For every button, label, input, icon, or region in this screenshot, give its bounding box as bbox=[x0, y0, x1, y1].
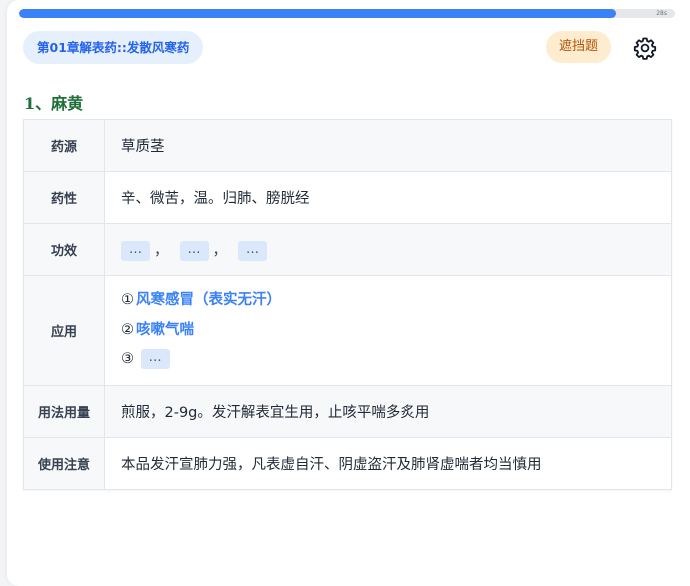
table-row-usage: 应用 ① 风寒感冒（表实无汗） ② 咳嗽气喘 ③ … bbox=[23, 275, 672, 386]
gear-icon bbox=[633, 37, 657, 60]
mask-question-button[interactable]: 遮挡题 bbox=[546, 31, 611, 63]
table-row-source: 药源 草质茎 bbox=[23, 119, 672, 172]
herb-title: 1、麻黄 bbox=[24, 94, 84, 113]
usage-item: ③ … bbox=[121, 345, 655, 375]
row-label: 药性 bbox=[23, 171, 105, 224]
usage-item: ① 风寒感冒（表实无汗） bbox=[121, 286, 655, 316]
row-label: 应用 bbox=[23, 275, 105, 386]
usage-item: ② 咳嗽气喘 bbox=[121, 316, 655, 346]
progress-fill bbox=[19, 9, 616, 18]
hidden-answer-blank[interactable]: … bbox=[238, 240, 267, 261]
row-label: 功效 bbox=[23, 223, 105, 276]
settings-button[interactable] bbox=[633, 36, 657, 60]
chapter-tag[interactable]: 第01章解表药::发散风寒药 bbox=[23, 31, 204, 64]
hidden-answer-blank[interactable]: … bbox=[179, 240, 209, 261]
progress-bar: 28s bbox=[19, 9, 675, 18]
table-row-dosage: 用法用量 煎服，2-9g。发汗解表宜生用，止咳平喘多炙用 bbox=[23, 385, 672, 438]
table-row-effect: 功效 …，…，… bbox=[23, 223, 672, 276]
hidden-answer-blank[interactable]: … bbox=[140, 349, 170, 370]
separator: ， bbox=[154, 242, 169, 259]
row-value: 本品发汗宣肺力强，凡表虚自汗、阴虚盗汗及肺肾虚喘者均当慎用 bbox=[104, 437, 672, 490]
effect-blanks: …，…，… bbox=[104, 223, 672, 276]
table-row-caution: 使用注意 本品发汗宣肺力强，凡表虚自汗、阴虚盗汗及肺肾虚喘者均当慎用 bbox=[23, 437, 672, 490]
usage-number: ① bbox=[121, 292, 134, 309]
separator: ， bbox=[212, 242, 228, 259]
row-value: 煎服，2-9g。发汗解表宜生用，止咳平喘多炙用 bbox=[104, 385, 672, 438]
usage-text: 风寒感冒（表实无汗） bbox=[136, 292, 281, 309]
row-label: 药源 bbox=[23, 119, 105, 172]
row-label: 用法用量 bbox=[23, 385, 105, 438]
table-row-nature: 药性 辛、微苦，温。归肺、膀胱经 bbox=[23, 171, 672, 224]
hidden-answer-blank[interactable]: … bbox=[121, 240, 150, 261]
usage-number: ③ bbox=[121, 351, 134, 368]
usage-list: ① 风寒感冒（表实无汗） ② 咳嗽气喘 ③ … bbox=[104, 275, 672, 386]
row-label: 使用注意 bbox=[23, 437, 105, 490]
progress-label: 28s bbox=[656, 10, 667, 17]
usage-text: 咳嗽气喘 bbox=[136, 321, 194, 338]
herb-info-table: 药源 草质茎 药性 辛、微苦，温。归肺、膀胱经 功效 …，…，… 应用 ① 风寒感… bbox=[23, 119, 672, 490]
usage-number: ② bbox=[121, 321, 134, 338]
row-value: 草质茎 bbox=[104, 119, 672, 172]
row-value: 辛、微苦，温。归肺、膀胱经 bbox=[104, 171, 672, 224]
